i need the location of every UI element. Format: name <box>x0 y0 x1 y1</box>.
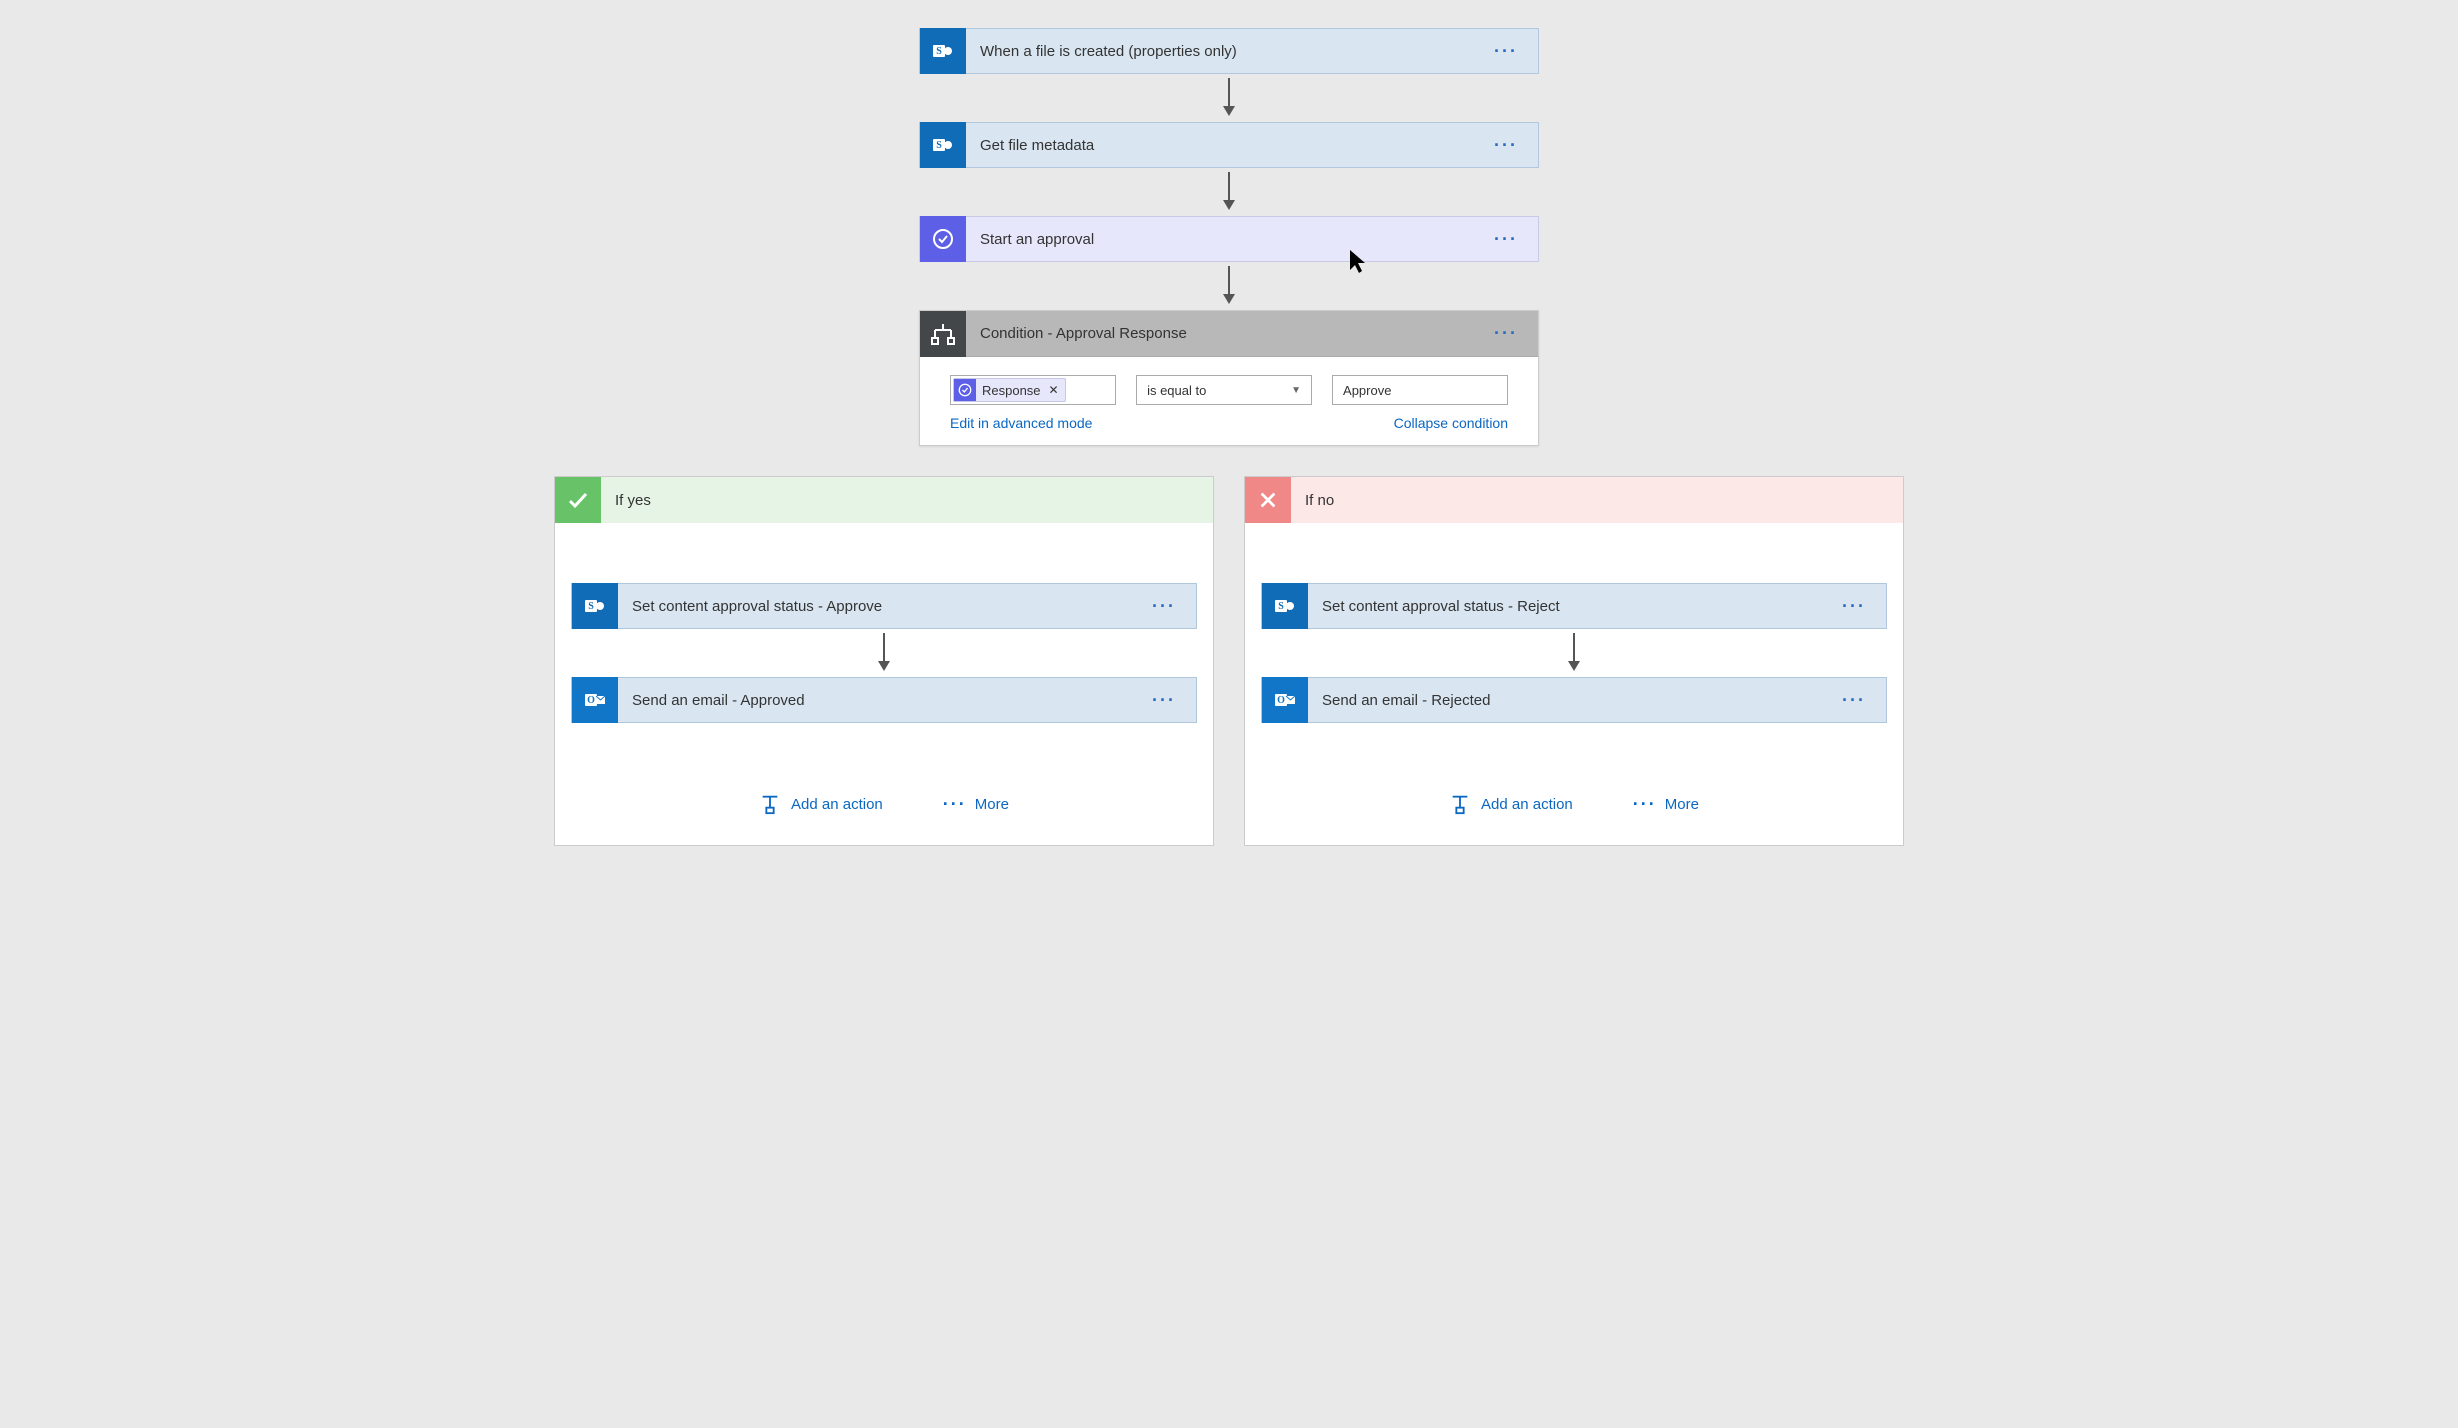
arrow-icon <box>1219 74 1239 122</box>
arrow-icon <box>1219 168 1239 216</box>
if-no-branch: If no S Set content approval status - Re… <box>1244 476 1904 846</box>
outlook-icon: O <box>1262 677 1308 723</box>
more-icon[interactable]: ··· <box>1132 690 1196 711</box>
svg-text:S: S <box>936 140 942 151</box>
more-icon[interactable]: ··· <box>1474 41 1538 62</box>
condition-card: Condition - Approval Response ··· Respon… <box>919 310 1539 446</box>
approval-icon <box>954 379 976 401</box>
more-icon[interactable]: ··· <box>1822 596 1886 617</box>
edit-advanced-link[interactable]: Edit in advanced mode <box>950 415 1092 431</box>
start-approval-step[interactable]: Start an approval ··· <box>919 216 1539 262</box>
svg-text:O: O <box>1277 695 1285 706</box>
if-yes-branch: If yes S Set content approval status - A… <box>554 476 1214 846</box>
add-action-label: Add an action <box>1481 796 1573 813</box>
condition-value-input[interactable]: Approve <box>1332 375 1508 405</box>
get-metadata-label: Get file metadata <box>966 137 1474 154</box>
cursor-icon <box>1350 250 1368 280</box>
step-label: Set content approval status - Approve <box>618 598 1132 615</box>
more-icon[interactable]: ··· <box>1474 229 1538 250</box>
step-label: Set content approval status - Reject <box>1308 598 1822 615</box>
arrow-icon <box>1564 629 1584 677</box>
token-remove-icon[interactable]: ✕ <box>1047 383 1065 397</box>
trigger-label: When a file is created (properties only) <box>966 43 1474 60</box>
sharepoint-icon: S <box>1262 583 1308 629</box>
svg-text:S: S <box>588 601 594 612</box>
sharepoint-icon: S <box>920 122 966 168</box>
add-action-icon <box>759 793 781 815</box>
more-icon: ··· <box>1633 794 1657 815</box>
if-no-header: If no <box>1245 477 1903 523</box>
if-yes-title: If yes <box>601 492 651 509</box>
more-button[interactable]: ··· More <box>943 794 1009 815</box>
more-icon[interactable]: ··· <box>1474 323 1538 344</box>
arrow-icon <box>1219 262 1239 310</box>
condition-header[interactable]: Condition - Approval Response ··· <box>920 311 1538 357</box>
condition-title: Condition - Approval Response <box>966 325 1474 342</box>
step-label: Send an email - Rejected <box>1308 692 1822 709</box>
svg-text:S: S <box>1278 601 1284 612</box>
sharepoint-icon: S <box>572 583 618 629</box>
response-token[interactable]: Response ✕ <box>953 378 1066 402</box>
arrow-icon <box>874 629 894 677</box>
approval-icon <box>920 216 966 262</box>
chevron-down-icon: ▼ <box>1281 385 1311 396</box>
no-set-approval-step[interactable]: S Set content approval status - Reject ·… <box>1261 583 1887 629</box>
more-label: More <box>1665 796 1699 813</box>
sharepoint-icon: S <box>920 28 966 74</box>
if-yes-header: If yes <box>555 477 1213 523</box>
trigger-step[interactable]: S When a file is created (properties onl… <box>919 28 1539 74</box>
more-icon: ··· <box>943 794 967 815</box>
collapse-condition-link[interactable]: Collapse condition <box>1394 415 1508 431</box>
svg-text:O: O <box>587 695 595 706</box>
more-icon[interactable]: ··· <box>1474 135 1538 156</box>
more-label: More <box>975 796 1009 813</box>
condition-icon <box>920 311 966 357</box>
check-icon <box>555 477 601 523</box>
add-action-label: Add an action <box>791 796 883 813</box>
yes-send-email-step[interactable]: O Send an email - Approved ··· <box>571 677 1197 723</box>
get-metadata-step[interactable]: S Get file metadata ··· <box>919 122 1539 168</box>
operator-label: is equal to <box>1147 383 1206 398</box>
outlook-icon: O <box>572 677 618 723</box>
more-icon[interactable]: ··· <box>1822 690 1886 711</box>
if-no-title: If no <box>1291 492 1334 509</box>
condition-left-field[interactable]: Response ✕ <box>950 375 1116 405</box>
condition-operator-select[interactable]: is equal to ▼ <box>1136 375 1312 405</box>
more-button[interactable]: ··· More <box>1633 794 1699 815</box>
add-action-button[interactable]: Add an action <box>759 793 883 815</box>
add-action-button[interactable]: Add an action <box>1449 793 1573 815</box>
add-action-icon <box>1449 793 1471 815</box>
yes-set-approval-step[interactable]: S Set content approval status - Approve … <box>571 583 1197 629</box>
close-icon <box>1245 477 1291 523</box>
more-icon[interactable]: ··· <box>1132 596 1196 617</box>
no-send-email-step[interactable]: O Send an email - Rejected ··· <box>1261 677 1887 723</box>
start-approval-label: Start an approval <box>966 231 1474 248</box>
token-label: Response <box>982 383 1047 398</box>
svg-text:S: S <box>936 46 942 57</box>
value-text: Approve <box>1343 383 1391 398</box>
step-label: Send an email - Approved <box>618 692 1132 709</box>
